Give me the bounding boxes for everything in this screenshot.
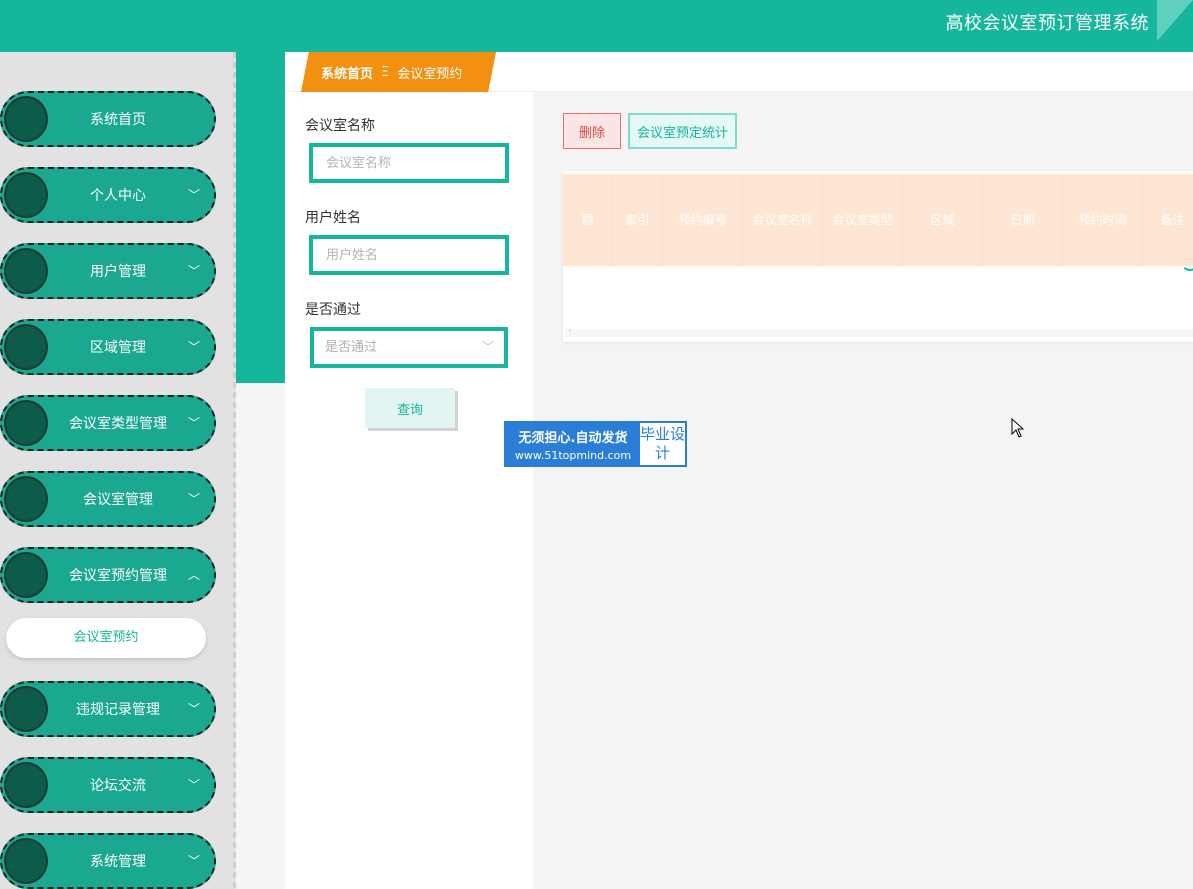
sidebar-item-forum[interactable]: 论坛交流 ﹀ [0,757,216,813]
nav-dot-icon [4,172,48,218]
header-corner-decoration [1157,0,1193,41]
chevron-up-icon: ︿ [187,568,200,582]
sidebar-item-label: 区域管理 [90,340,146,356]
user-name-input[interactable] [309,235,509,275]
scroll-left-icon[interactable]: ‹ [568,326,572,336]
top-header: 高校会议室预订管理系统 [0,0,1193,52]
breadcrumb-home-link[interactable]: 系统首页 [321,63,373,82]
table-header-cell[interactable]: 区域 [903,174,983,266]
decorative-strip [236,52,285,383]
chevron-down-icon: ﹀ [187,778,200,792]
chevron-down-icon: ﹀ [481,340,494,354]
sidebar-item-label: 个人中心 [90,188,146,204]
watermark-tag: 毕业设计 [640,423,685,465]
app-title: 高校会议室预订管理系统 [945,13,1149,34]
breadcrumb-separator-icon: Ξ [381,64,390,80]
room-name-label: 会议室名称 [305,118,375,134]
sidebar-item-system-management[interactable]: 系统管理 ﹀ [0,833,216,889]
breadcrumb-current: 会议室预约 [397,66,463,82]
nav-dot-icon [4,476,48,522]
booking-table: 题 索引 预约编号 会议室名称 会议室类型 区域 日期 预约时间 备注 ‹ [563,171,1193,342]
delete-button[interactable]: 删除 [563,113,621,149]
table-header: 题 索引 预约编号 会议室名称 会议室类型 区域 日期 预约时间 备注 [563,174,1193,266]
chevron-down-icon: ﹀ [187,188,200,202]
chevron-down-icon: ﹀ [187,854,200,868]
chevron-down-icon: ﹀ [187,264,200,278]
sidebar-subitem-room-booking[interactable]: 会议室预约 [6,618,206,658]
chevron-down-icon: ﹀ [187,340,200,354]
watermark-line1: 无须担心.自动发货 [518,431,628,446]
sidebar-item-label: 会议室类型管理 [69,416,167,432]
mouse-pointer-icon [1011,418,1025,438]
approved-select[interactable]: 是否通过 ﹀ [310,327,508,368]
booking-stats-button[interactable]: 会议室预定统计 [628,113,737,149]
approved-select-placeholder: 是否通过 [325,340,378,355]
nav-dot-icon [4,324,48,370]
watermark-line2: www.51topmind.com [514,449,632,462]
chevron-down-icon: ﹀ [187,492,200,506]
nav-dot-icon [4,686,48,732]
sidebar-item-label: 会议室管理 [83,492,153,508]
sidebar-item-room-management[interactable]: 会议室管理 ﹀ [0,471,216,527]
sidebar-item-label: 论坛交流 [90,778,146,794]
table-header-cell[interactable]: 预约编号 [663,174,743,266]
user-name-label: 用户姓名 [305,210,361,226]
sidebar-item-label: 系统管理 [90,854,146,870]
table-header-cell[interactable]: 备注 [1143,174,1193,266]
table-header-cell[interactable]: 索引 [613,174,663,266]
sidebar-item-user-management[interactable]: 用户管理 ﹀ [0,243,216,299]
table-scrollbar[interactable]: ‹ [565,326,1193,337]
sidebar-item-home[interactable]: 系统首页 [0,91,216,147]
query-button[interactable]: 查询 [365,388,455,428]
sidebar-item-violation-records[interactable]: 违规记录管理 ﹀ [0,681,216,737]
chevron-down-icon: ﹀ [187,416,200,430]
room-name-input[interactable] [309,143,509,183]
table-header-cell[interactable]: 日期 [983,174,1063,266]
sidebar-item-booking-management[interactable]: 会议室预约管理 ︿ [0,547,216,603]
breadcrumb: 系统首页 Ξ 会议室预约 [301,52,496,92]
table-header-cell[interactable]: 预约时间 [1063,174,1143,266]
sidebar-item-personal-center[interactable]: 个人中心 ﹀ [0,167,216,223]
nav-dot-icon [4,762,48,808]
sidebar-item-area-management[interactable]: 区域管理 ﹀ [0,319,216,375]
sidebar-item-label: 系统首页 [90,112,146,128]
nav-dot-icon [4,838,48,884]
nav-dot-icon [4,552,48,598]
nav-dot-icon [4,248,48,294]
nav-dot-icon [4,96,48,142]
sidebar-item-room-type-management[interactable]: 会议室类型管理 ﹀ [0,395,216,451]
chevron-down-icon: ﹀ [187,702,200,716]
table-header-cell[interactable]: 会议室名称 [743,174,823,266]
table-header-cell[interactable]: 会议室类型 [823,174,903,266]
breadcrumb-bar: 系统首页 Ξ 会议室预约 [285,52,1193,92]
watermark-text: 无须担心.自动发货 www.51topmind.com [506,423,640,465]
watermark-badge: 无须担心.自动发货 www.51topmind.com 毕业设计 [504,421,687,467]
sidebar-item-label: 用户管理 [90,264,146,280]
sidebar-item-label: 会议室预约管理 [69,568,167,584]
loading-spinner-icon [1181,253,1193,271]
sidebar-item-label: 违规记录管理 [76,702,160,718]
approved-label: 是否通过 [305,302,361,318]
search-panel: 会议室名称 用户姓名 是否通过 是否通过 ﹀ 查询 [285,92,533,889]
table-header-cell[interactable]: 题 [563,174,613,266]
nav-dot-icon [4,400,48,446]
